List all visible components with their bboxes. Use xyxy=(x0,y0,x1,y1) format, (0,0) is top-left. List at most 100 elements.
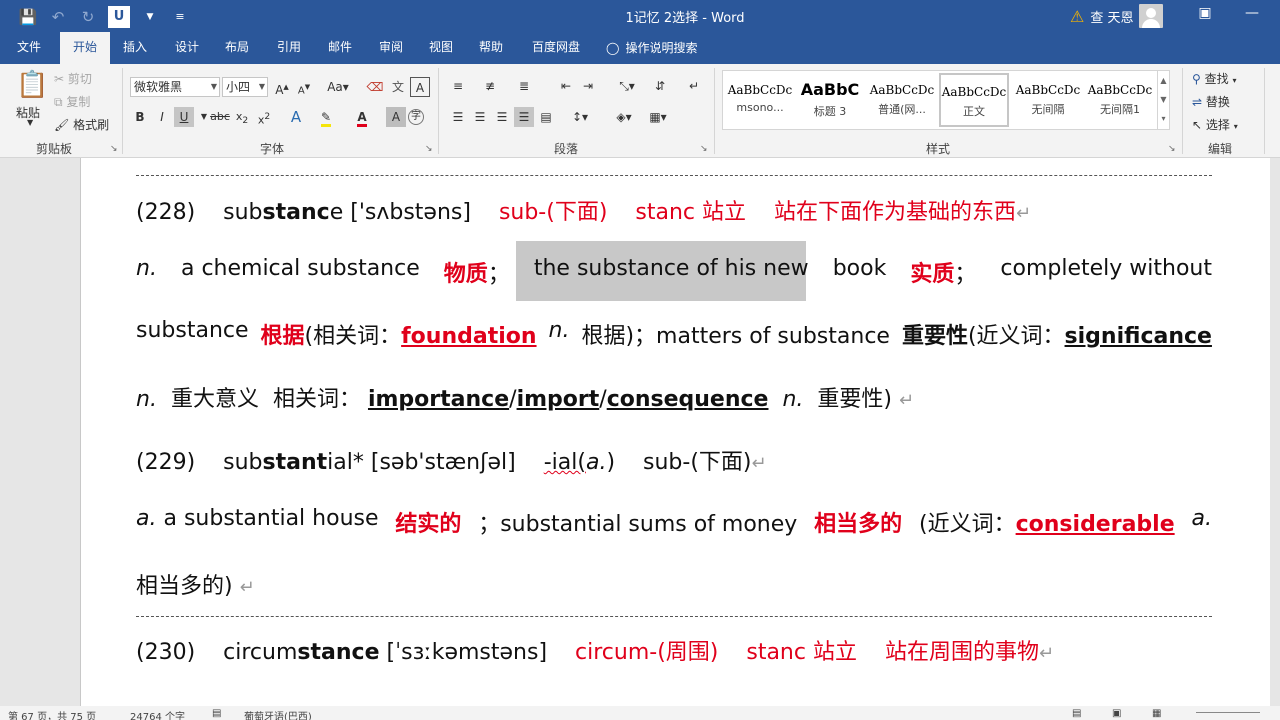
copy-button[interactable]: ⧉ 复制 xyxy=(54,93,90,110)
vertical-scrollbar[interactable] xyxy=(1270,158,1280,706)
tab-baidu-netdisk[interactable]: 百度网盘 xyxy=(524,32,588,64)
user-name[interactable]: 查 天恩 xyxy=(1090,7,1133,26)
font-color-icon[interactable]: A xyxy=(352,107,372,127)
paste-chevron-icon[interactable]: ▼ xyxy=(27,118,33,127)
paste-icon[interactable]: 📋 xyxy=(16,70,48,100)
find-button[interactable]: ⚲ 查找 ▾ xyxy=(1192,70,1236,87)
proofing-icon[interactable]: ▤ xyxy=(212,708,221,719)
highlight-icon[interactable]: ✎ xyxy=(316,107,336,127)
tab-file[interactable]: 文件 xyxy=(6,32,52,64)
print-layout-icon[interactable]: ▣ xyxy=(1112,708,1121,719)
note-text: 相关词： xyxy=(272,387,361,412)
decrease-indent-icon[interactable]: ⇤ xyxy=(556,76,576,96)
read-mode-icon[interactable]: ▤ xyxy=(1072,708,1081,719)
style-msonormal[interactable]: AaBbCcDc msono... xyxy=(725,73,795,127)
style-sample: AaBbCcDc xyxy=(1087,83,1153,97)
bullets-icon[interactable]: ≡ xyxy=(448,76,468,96)
borders-icon[interactable]: ▦▾ xyxy=(644,107,672,127)
tab-layout[interactable]: 布局 xyxy=(216,32,258,64)
style-no-spacing[interactable]: AaBbCcDc 无间隔 xyxy=(1013,73,1083,127)
character-border-icon[interactable]: A xyxy=(410,77,430,97)
page-count[interactable]: 第 67 页，共 75 页 xyxy=(8,708,96,720)
italic-icon[interactable]: I xyxy=(152,107,172,127)
dashed-divider xyxy=(136,616,1212,617)
underline-icon[interactable]: U xyxy=(174,107,194,127)
punct: ； xyxy=(954,262,977,287)
grow-font-icon[interactable]: A▲ xyxy=(272,77,292,97)
format-painter-button[interactable]: 🖌 格式刷 xyxy=(54,116,109,133)
font-size-combo[interactable]: 小四 ▼ xyxy=(222,77,268,97)
tab-view[interactable]: 视图 xyxy=(420,32,462,64)
style-name: msono... xyxy=(736,101,784,114)
justify-icon[interactable]: ☰ xyxy=(514,107,534,127)
ribbon-display-icon[interactable]: ▣ xyxy=(1193,5,1217,21)
entry-228-line-4: n. 重大意义 相关词： importance/import/consequen… xyxy=(136,387,915,412)
align-right-icon[interactable]: ☰ xyxy=(492,107,512,127)
sort-icon[interactable]: ⇵ xyxy=(650,76,670,96)
headword-prefix: sub xyxy=(223,200,263,225)
style-sample: AaBbCcDc xyxy=(1015,83,1081,97)
pos-label: n. xyxy=(548,318,570,343)
paragraph-launcher-icon[interactable]: ↘ xyxy=(700,144,708,154)
warning-icon[interactable]: ⚠ xyxy=(1070,7,1084,26)
tab-references[interactable]: 引用 xyxy=(268,32,310,64)
phonetic-guide-icon[interactable]: 文 xyxy=(388,77,408,97)
brush-icon: 🖌 xyxy=(54,118,70,132)
increase-indent-icon[interactable]: ⇥ xyxy=(578,76,598,96)
replace-button[interactable]: ⇌ 替换 xyxy=(1192,93,1230,110)
font-name-combo[interactable]: 微软雅黑 ▼ xyxy=(130,77,220,97)
bold-icon[interactable]: B xyxy=(130,107,150,127)
styles-scroll[interactable]: ▲ ▼ ▾ xyxy=(1157,71,1169,129)
example-text: a substantial house xyxy=(163,506,379,531)
distributed-icon[interactable]: ▤ xyxy=(536,107,556,127)
language[interactable]: 葡萄牙语(巴西) xyxy=(244,708,312,720)
strikethrough-icon[interactable]: abc xyxy=(210,107,230,127)
select-button[interactable]: ↖ 选择 ▾ xyxy=(1192,116,1238,133)
web-layout-icon[interactable]: ▦ xyxy=(1152,708,1161,719)
zoom-slider[interactable] xyxy=(1196,712,1260,713)
cut-button[interactable]: ✂ 剪切 xyxy=(54,70,92,87)
editing-group-label: 编辑 xyxy=(1208,142,1233,156)
tab-help[interactable]: 帮助 xyxy=(470,32,512,64)
show-marks-icon[interactable]: ↵ xyxy=(684,76,704,96)
morpheme-2: sub-(下面) xyxy=(643,450,752,475)
text-effects-icon[interactable]: A xyxy=(286,107,306,127)
tab-home[interactable]: 开始 xyxy=(60,32,110,64)
note-text: (近义词： xyxy=(919,512,1016,537)
chinese-layout-icon[interactable]: ⤡▾ xyxy=(612,76,642,96)
clipboard-launcher-icon[interactable]: ↘ xyxy=(110,144,118,154)
multilevel-list-icon[interactable]: ≣ xyxy=(514,76,534,96)
style-heading-3[interactable]: AaBbC 标题 3 xyxy=(795,73,865,127)
style-normal-web[interactable]: AaBbCcDc 普通(网... xyxy=(867,73,937,127)
character-shading-icon[interactable]: A xyxy=(386,107,406,127)
cut-label: 剪切 xyxy=(67,72,92,86)
change-case-icon[interactable]: Aa▾ xyxy=(324,77,352,97)
entry-number: (230) xyxy=(136,640,196,665)
align-left-icon[interactable]: ☰ xyxy=(448,107,468,127)
subscript-icon[interactable]: x2 xyxy=(232,107,252,127)
minimize-icon[interactable]: — xyxy=(1240,5,1264,21)
tab-design[interactable]: 设计 xyxy=(166,32,208,64)
tab-mailings[interactable]: 邮件 xyxy=(319,32,361,64)
tell-me-search[interactable]: ◯ 操作说明搜索 xyxy=(606,32,716,64)
style-normal[interactable]: AaBbCcDc 正文 xyxy=(939,73,1009,127)
tab-review[interactable]: 审阅 xyxy=(370,32,412,64)
style-no-spacing-1[interactable]: AaBbCcDc 无间隔1 xyxy=(1085,73,1155,127)
style-name: 无间隔1 xyxy=(1100,103,1140,116)
tab-insert[interactable]: 插入 xyxy=(114,32,156,64)
align-center-icon[interactable]: ☰ xyxy=(470,107,490,127)
superscript-icon[interactable]: x2 xyxy=(254,107,274,127)
ipa: ['sʌbstəns] xyxy=(350,200,471,225)
styles-launcher-icon[interactable]: ↘ xyxy=(1168,144,1176,154)
clear-formatting-icon[interactable]: ⌫ xyxy=(365,77,385,97)
font-launcher-icon[interactable]: ↘ xyxy=(425,144,433,154)
numbering-icon[interactable]: ≢ xyxy=(480,76,500,96)
shrink-font-icon[interactable]: A▼ xyxy=(294,77,314,97)
paragraph-group-label: 段落 xyxy=(554,142,579,156)
shading-icon[interactable]: ◈▾ xyxy=(610,107,638,127)
line-spacing-icon[interactable]: ↕▾ xyxy=(566,107,594,127)
avatar[interactable] xyxy=(1139,4,1164,28)
selected-text[interactable]: the substance of his new xyxy=(534,256,809,296)
word-count[interactable]: 24764 个字 xyxy=(130,708,185,720)
enclose-characters-icon[interactable]: 字 xyxy=(408,109,424,125)
